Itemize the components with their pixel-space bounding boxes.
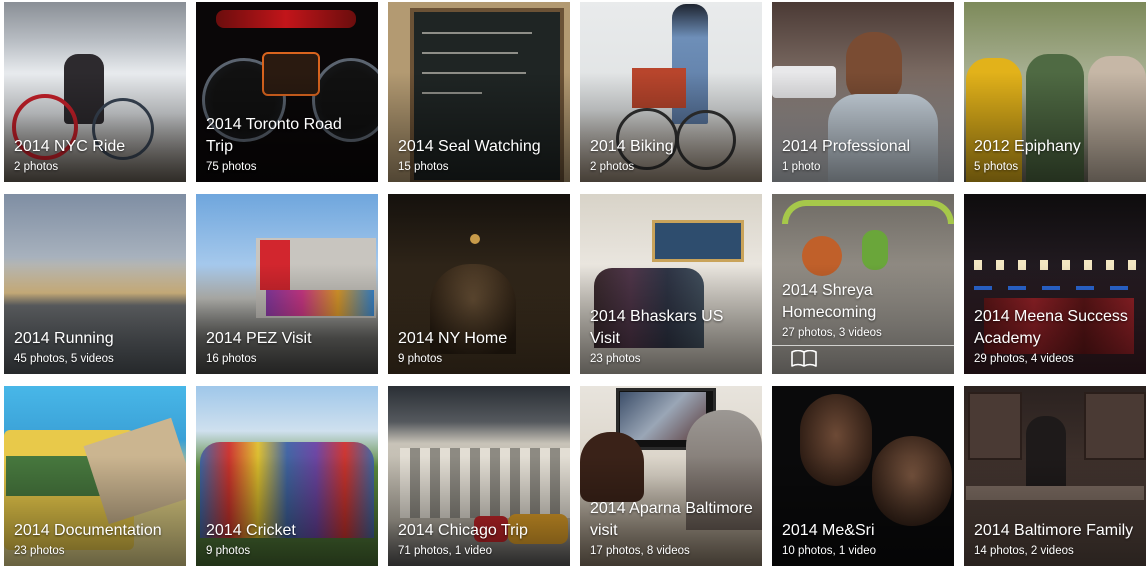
album-tile-ny-home[interactable]: 2014 NY Home 9 photos [388, 194, 570, 374]
album-tile-epiphany[interactable]: 2012 Epiphany 5 photos [964, 2, 1146, 182]
album-count: 23 photos [590, 353, 641, 365]
book-open-icon[interactable] [790, 350, 818, 368]
album-title: 2014 Me&Sri [782, 522, 875, 539]
album-tile-biking[interactable]: 2014 Biking 2 photos [580, 2, 762, 182]
album-title: 2014 Chicago Trip [398, 522, 528, 539]
album-tile-baltimore-family[interactable]: 2014 Baltimore Family 14 photos, 2 video… [964, 386, 1146, 566]
album-tile-meena-success-academy[interactable]: 2014 Meena Success Academy 29 photos, 4 … [964, 194, 1146, 374]
album-count: 1 photo [782, 161, 821, 173]
album-count: 71 photos, 1 video [398, 545, 492, 557]
album-title: 2014 Documentation [14, 522, 162, 539]
album-count: 29 photos, 4 videos [974, 353, 1074, 365]
album-tile-pez-visit[interactable]: 2014 PEZ Visit 16 photos [196, 194, 378, 374]
album-tile-nyc-ride[interactable]: 2014 NYC Ride 2 photos [4, 2, 186, 182]
album-count: 9 photos [398, 353, 443, 365]
album-title: 2014 NY Home [398, 330, 508, 347]
album-count: 16 photos [206, 353, 257, 365]
album-tile-running[interactable]: 2014 Running 45 photos, 5 videos [4, 194, 186, 374]
story-divider [772, 345, 954, 346]
album-tile-me-and-sri[interactable]: 2014 Me&Sri 10 photos, 1 video [772, 386, 954, 566]
album-title: 2014 Professional [782, 138, 911, 155]
album-count: 14 photos, 2 videos [974, 545, 1074, 557]
album-title: 2014 Toronto Road Trip [206, 116, 342, 155]
album-tile-documentation[interactable]: 2014 Documentation 23 photos [4, 386, 186, 566]
album-count: 27 photos, 3 videos [782, 327, 882, 339]
album-grid: 2014 NYC Ride 2 photos 2014 Toronto Road… [0, 0, 1146, 568]
album-title: 2014 Meena Success Academy [974, 308, 1128, 347]
album-tile-bhaskars-us-visit[interactable]: 2014 Bhaskars US Visit 23 photos [580, 194, 762, 374]
album-tile-cricket[interactable]: 2014 Cricket 9 photos [196, 386, 378, 566]
album-count: 45 photos, 5 videos [14, 353, 114, 365]
album-tile-aparna-baltimore-visit[interactable]: 2014 Aparna Baltimore visit 17 photos, 8… [580, 386, 762, 566]
album-count: 10 photos, 1 video [782, 545, 876, 557]
album-count: 15 photos [398, 161, 449, 173]
album-title: 2014 PEZ Visit [206, 330, 312, 347]
album-title: 2014 Baltimore Family [974, 522, 1134, 539]
album-title: 2014 Bhaskars US Visit [590, 308, 724, 347]
album-count: 9 photos [206, 545, 251, 557]
album-tile-professional[interactable]: 2014 Professional 1 photo [772, 2, 954, 182]
album-title: 2012 Epiphany [974, 138, 1081, 155]
album-title: 2014 NYC Ride [14, 138, 126, 155]
album-count: 17 photos, 8 videos [590, 545, 690, 557]
album-count: 2 photos [14, 161, 59, 173]
album-count: 23 photos [14, 545, 65, 557]
album-title: 2014 Cricket [206, 522, 296, 539]
album-count: 5 photos [974, 161, 1019, 173]
album-tile-toronto-road-trip[interactable]: 2014 Toronto Road Trip 75 photos [196, 2, 378, 182]
album-title: 2014 Running [14, 330, 114, 347]
album-tile-seal-watching[interactable]: 2014 Seal Watching 15 photos [388, 2, 570, 182]
album-count: 2 photos [590, 161, 635, 173]
album-title: 2014 Seal Watching [398, 138, 541, 155]
album-title: 2014 Aparna Baltimore visit [590, 500, 753, 539]
album-title: 2014 Shreya Homecoming [782, 282, 877, 321]
album-tile-shreya-homecoming[interactable]: 2014 Shreya Homecoming 27 photos, 3 vide… [772, 194, 954, 374]
album-tile-chicago-trip[interactable]: 2014 Chicago Trip 71 photos, 1 video [388, 386, 570, 566]
album-title: 2014 Biking [590, 138, 674, 155]
album-count: 75 photos [206, 161, 257, 173]
